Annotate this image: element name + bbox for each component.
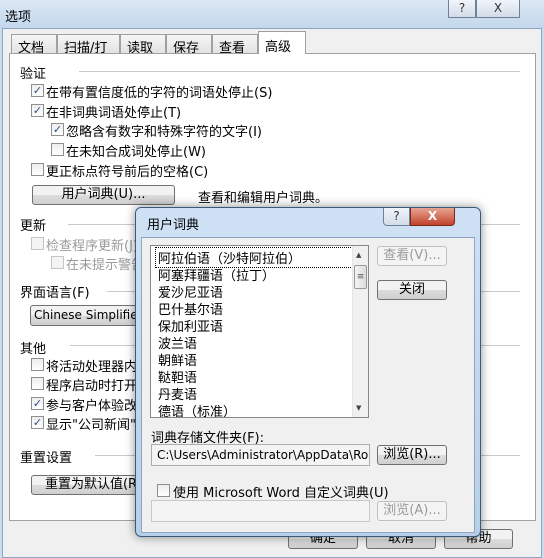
view-button[interactable]: 查看(V)...: [377, 246, 447, 266]
folder-path-field[interactable]: C:\Users\Administrator\AppData\Roaming\A…: [151, 444, 370, 466]
word-dictionary-path-field[interactable]: [151, 500, 370, 522]
tab-advanced[interactable]: 高级: [258, 31, 306, 55]
dialog-help-button[interactable]: ?: [383, 208, 410, 226]
checkbox-processor-cores[interactable]: [31, 358, 44, 371]
close-button[interactable]: X: [476, 0, 520, 18]
checkbox-use-word-dictionary[interactable]: [157, 484, 170, 497]
checkbox-label: 在未知合成词处停止(W): [66, 145, 206, 160]
checkbox-label: 显示"公司新闻"和: [46, 418, 149, 433]
dialog-close-button[interactable]: X: [410, 208, 455, 226]
reset-heading: 重置设置: [20, 451, 73, 466]
checkbox-no-warning[interactable]: [51, 256, 64, 269]
checkbox-label: 在非词典词语处停止(T): [46, 106, 182, 121]
other-heading: 其他: [20, 342, 47, 357]
checkbox-label: 在未提示警告: [66, 258, 145, 273]
checkbox-low-confidence[interactable]: ✓: [31, 84, 44, 97]
scroll-up-icon[interactable]: ▲: [356, 251, 361, 259]
user-dictionary-dialog: 用户词典 ? X 阿拉伯语（沙特阿拉伯） 阿塞拜疆语（拉丁） 爱沙尼亚语 巴什基…: [135, 207, 481, 537]
checkbox-label: 使用 Microsoft Word 自定义词典(U): [173, 486, 389, 501]
checkbox-non-dictionary[interactable]: ✓: [31, 104, 44, 117]
checkbox-label: 更正标点符号前后的空格(C): [46, 165, 209, 180]
checkbox-check-updates[interactable]: [31, 237, 44, 250]
ui-language-select[interactable]: Chinese Simplified（简: [30, 305, 150, 326]
scroll-thumb[interactable]: ≡: [354, 265, 367, 289]
checkbox-ignore-digits[interactable]: ✓: [51, 123, 64, 136]
close-dialog-button[interactable]: 关闭: [377, 280, 447, 300]
checkbox-open-on-start[interactable]: [31, 377, 44, 390]
ui-language-heading: 界面语言(F): [20, 286, 90, 301]
dialog-content: 阿拉伯语（沙特阿拉伯） 阿塞拜疆语（拉丁） 爱沙尼亚语 巴什基尔语 保加利亚语 …: [141, 237, 475, 533]
tab-read[interactable]: 读取: [120, 34, 166, 56]
checkbox-punctuation-spaces[interactable]: [31, 163, 44, 176]
dialog-title: 用户词典: [147, 218, 200, 233]
reset-defaults-button[interactable]: 重置为默认值(R: [31, 475, 151, 495]
checkbox-label: 在带有置信度低的字符的词语处停止(S): [46, 86, 273, 101]
divider: [79, 71, 520, 72]
tab-view[interactable]: 查看: [212, 34, 258, 56]
tab-document[interactable]: 文档: [11, 34, 57, 56]
checkbox-label: 检查程序更新(J): [46, 239, 138, 254]
checkbox-label: 忽略含有数字和特殊字符的文字(I): [66, 125, 262, 140]
browse-word-button[interactable]: 浏览(A)...: [377, 501, 447, 521]
update-heading: 更新: [20, 219, 47, 234]
checkbox-company-news[interactable]: ✓: [31, 416, 44, 429]
tab-save[interactable]: 保存: [166, 34, 212, 56]
verify-heading: 验证: [20, 67, 47, 82]
user-dictionary-description: 查看和编辑用户词典。: [198, 191, 329, 206]
checkbox-customer-experience[interactable]: ✓: [31, 397, 44, 410]
tab-scan-open[interactable]: 扫描/打开: [57, 34, 120, 75]
checkbox-unknown-compound[interactable]: [51, 143, 64, 156]
browse-button[interactable]: 浏览(R)...: [377, 445, 447, 465]
user-dictionary-button[interactable]: 用户词典(U)...: [32, 185, 175, 205]
list-item[interactable]: 德语（标准）: [158, 401, 236, 417]
help-button[interactable]: ?: [448, 0, 476, 18]
window-title: 选项: [5, 10, 32, 25]
list-scrollbar[interactable]: ▲ ≡ ▼: [352, 246, 368, 417]
language-list[interactable]: 阿拉伯语（沙特阿拉伯） 阿塞拜疆语（拉丁） 爱沙尼亚语 巴什基尔语 保加利亚语 …: [150, 245, 369, 418]
scroll-down-icon[interactable]: ▼: [356, 404, 361, 412]
